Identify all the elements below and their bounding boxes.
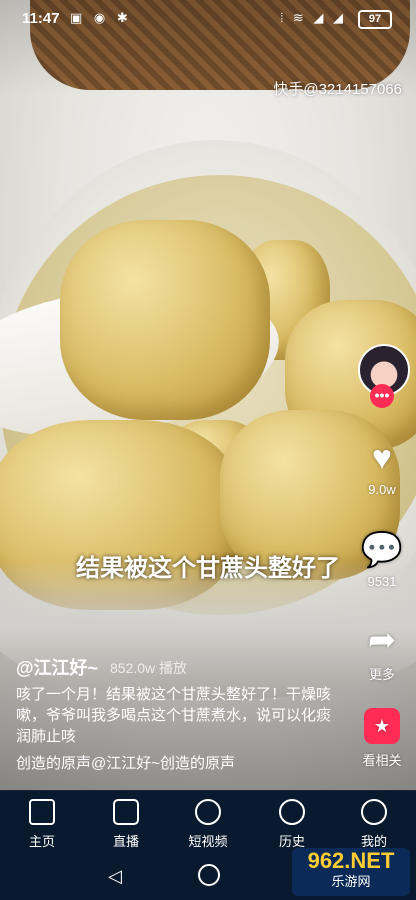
logo-subtext: 乐游网 xyxy=(331,874,371,889)
logo-text: 962.NET xyxy=(307,848,395,873)
signal-icons: ⦙ ≋ ◢ ◢ xyxy=(280,10,346,25)
video-watermark: 快手@3214157066 xyxy=(273,81,402,98)
like-button[interactable]: ♥ 9.0w xyxy=(350,438,414,497)
tab-live[interactable]: 直播 xyxy=(86,799,166,850)
post-description[interactable]: 咳了一个月！结果被这个甘蔗头整好了！干燥咳嗽，爷爷叫我多喝点这个甘蔗煮水，说可以… xyxy=(16,684,336,747)
back-icon[interactable]: ◁ xyxy=(108,866,122,887)
author-name[interactable]: @江江好~ xyxy=(16,654,98,680)
share-button[interactable]: ➦ 更多 xyxy=(350,620,414,683)
notification-icons: ▣ ◉ ✱ xyxy=(70,10,132,25)
like-count: 9.0w xyxy=(368,482,396,497)
battery-icon: 97 xyxy=(358,10,392,29)
share-label: 更多 xyxy=(368,667,395,682)
live-camera-icon xyxy=(113,799,139,825)
bottom-tab-bar: 主页 直播 短视频 历史 我的 xyxy=(0,790,416,853)
clock-icon xyxy=(279,799,305,825)
follow-plus-icon[interactable]: ••• xyxy=(370,384,394,408)
home-button-icon[interactable] xyxy=(198,864,220,886)
tab-label: 主页 xyxy=(28,834,55,849)
status-bar: 11:47 ▣ ◉ ✱ ⦙ ≋ ◢ ◢ 97 xyxy=(0,0,416,40)
heart-icon: ♥ xyxy=(371,439,393,477)
site-logo: 962.NET 乐游网 xyxy=(292,848,410,896)
play-icon xyxy=(195,799,221,825)
star-icon: ★ xyxy=(364,708,400,744)
play-count: 852.0w 播放 xyxy=(110,660,188,676)
related-button[interactable]: ★ 看相关 xyxy=(350,708,414,769)
tab-home[interactable]: 主页 xyxy=(2,799,82,850)
tab-mine[interactable]: 我的 xyxy=(334,799,414,850)
share-arrow-icon: ➦ xyxy=(367,621,397,659)
tab-label: 短视频 xyxy=(188,834,228,849)
video-subtitle: 结果被这个甘蔗头整好了 xyxy=(76,555,340,582)
tab-label: 直播 xyxy=(112,834,139,849)
tab-label: 我的 xyxy=(360,834,387,849)
tab-short-video[interactable]: 短视频 xyxy=(168,799,248,850)
profile-icon xyxy=(361,799,387,825)
tab-history[interactable]: 历史 xyxy=(252,799,332,850)
related-label: 看相关 xyxy=(362,753,402,768)
music-info[interactable]: 创造的原声@江江好~创造的原声 xyxy=(16,752,336,773)
status-time: 11:47 xyxy=(22,10,60,27)
tab-label: 历史 xyxy=(278,834,305,849)
home-icon xyxy=(29,799,55,825)
app-screen: 11:47 ▣ ◉ ✱ ⦙ ≋ ◢ ◢ 97 快手@3214157066 •••… xyxy=(0,0,416,900)
